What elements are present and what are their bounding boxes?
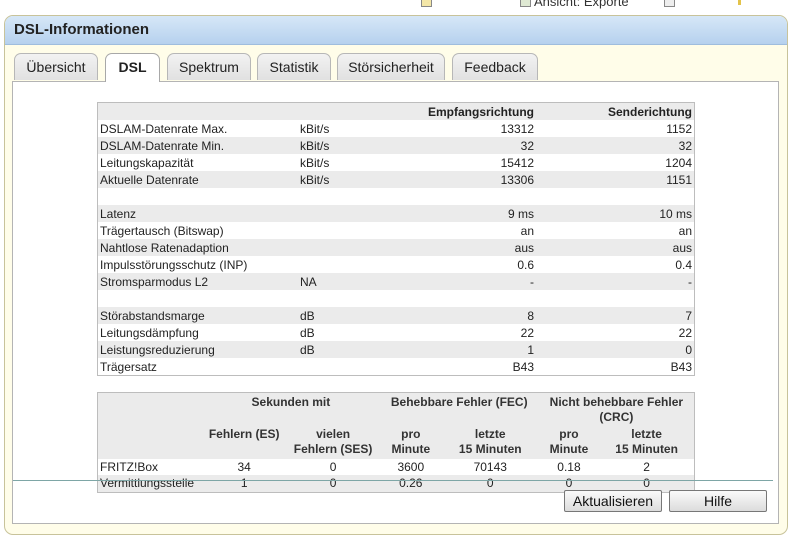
help-button[interactable]: Hilfe <box>669 490 767 512</box>
tab-statistik[interactable]: Statistik <box>257 53 331 80</box>
table-row: Stromsparmodus L2 NA - - <box>97 273 695 290</box>
toolbar-marker <box>738 0 741 5</box>
sub-header-crc-pro-minute: pro Minute <box>538 425 600 459</box>
toolbar-icon[interactable] <box>664 0 675 7</box>
table-row: FRITZ!Box 34 0 3600 70143 0.18 2 <box>100 460 650 474</box>
export-icon[interactable] <box>520 0 531 7</box>
error-group-header-row: Sekunden mit Behebbare Fehler (FEC) Nich… <box>97 392 695 425</box>
table-row: Nahtlose Ratenadaption aus aus <box>97 239 695 256</box>
group-header-crc: Nicht behebbare Fehler (CRC) <box>538 392 695 425</box>
tab-spektrum[interactable]: Spektrum <box>167 53 251 80</box>
group-header-fec: Behebbare Fehler (FEC) <box>379 392 539 425</box>
dsl-info-panel: DSL-Informationen Übersicht DSL Spektrum… <box>4 15 788 535</box>
group-header-seconds: Sekunden mit <box>202 392 380 425</box>
error-table: Sekunden mit Behebbare Fehler (FEC) Nich… <box>97 392 695 493</box>
table-row: Leitungskapazität kBit/s 15412 1204 <box>100 155 692 170</box>
table-row: DSLAM-Datenrate Max. kBit/s 13312 1152 <box>100 121 692 136</box>
sub-header-fec-15min: letzte 15 Minuten <box>441 425 539 459</box>
table-row: Aktuelle Datenrate kBit/s 13306 1151 <box>97 171 695 188</box>
refresh-button[interactable]: Aktualisieren <box>564 490 662 512</box>
table-row: Latenz 9 ms 10 ms <box>97 205 695 222</box>
table-row: Störabstandsmarge dB 8 7 <box>97 307 695 324</box>
table-spacer-row <box>98 188 695 205</box>
toolbar-icon[interactable] <box>421 0 432 7</box>
table-header-row: Empfangsrichtung Senderichtung <box>97 102 695 120</box>
table-row: Leistungsreduzierung dB 1 0 <box>97 341 695 358</box>
sub-header-ses: vielen Fehlern (SES) <box>286 425 380 459</box>
col-header-send: Senderichtung <box>536 102 695 120</box>
tab-stoersicherheit[interactable]: Störsicherheit <box>337 53 445 80</box>
export-label[interactable]: Ansicht: Exporte <box>534 0 629 9</box>
sub-header-crc-15min: letzte 15 Minuten <box>599 425 695 459</box>
sub-header-es: Fehlern (ES) <box>202 425 287 459</box>
table-row: DSLAM-Datenrate Min. kBit/s 32 32 <box>97 137 695 154</box>
dsl-tab-content: Empfangsrichtung Senderichtung DSLAM-Dat… <box>12 81 779 524</box>
table-spacer-row <box>98 290 695 307</box>
table-row: Trägersatz B43 B43 <box>100 359 692 374</box>
col-header-receive: Empfangsrichtung <box>382 102 536 120</box>
table-row: Trägertausch (Bitswap) an an <box>100 223 692 238</box>
table-row: Leitungsdämpfung dB 22 22 <box>100 325 692 340</box>
tab-uebersicht[interactable]: Übersicht <box>14 53 98 80</box>
footer-divider <box>13 480 773 481</box>
tab-dsl[interactable]: DSL <box>105 53 160 82</box>
dsl-info-table: Empfangsrichtung Senderichtung DSLAM-Dat… <box>97 102 695 376</box>
error-sub-header-row: Fehlern (ES) vielen Fehlern (SES) pro Minu… <box>97 425 695 459</box>
sub-header-fec-pro-minute: pro Minute <box>379 425 442 459</box>
table-row: Impulsstörungsschutz (INP) 0.6 0.4 <box>100 257 692 272</box>
host-toolbar: Ansicht: Exporte <box>0 0 794 14</box>
panel-title: DSL-Informationen <box>5 16 787 45</box>
tab-feedback[interactable]: Feedback <box>452 53 538 80</box>
